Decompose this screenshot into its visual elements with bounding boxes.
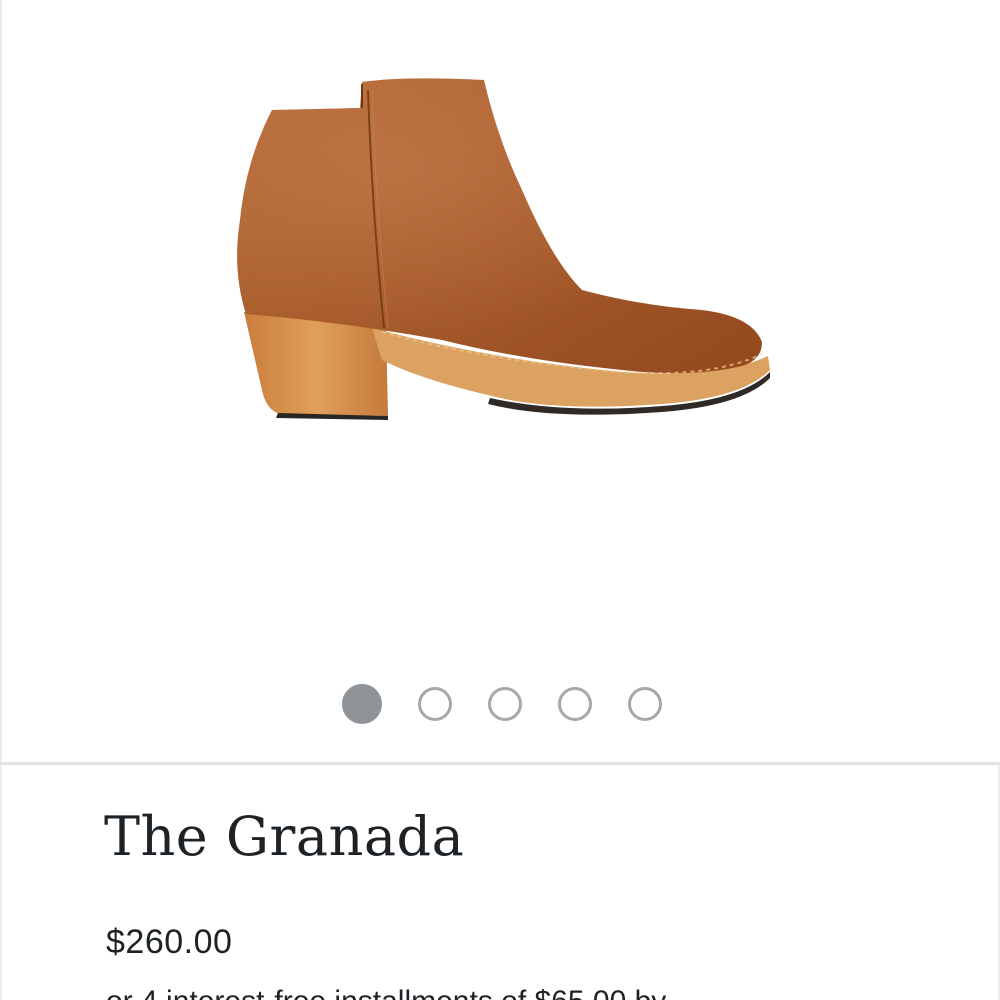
carousel-pagination — [2, 684, 1000, 727]
product-price: $260.00 — [106, 923, 233, 961]
carousel-dot-2[interactable] — [418, 687, 452, 721]
carousel-dot-5[interactable] — [628, 687, 662, 721]
product-details: The Granada $260.00 or 4 interest-free i… — [0, 765, 1000, 1000]
carousel-dot-3[interactable] — [488, 687, 522, 721]
carousel-dot-1[interactable] — [342, 684, 382, 724]
product-title: The Granada — [104, 805, 465, 868]
product-image[interactable] — [222, 60, 782, 440]
carousel-dot-4[interactable] — [558, 687, 592, 721]
installments-text: or 4 interest-free installments of $65.0… — [106, 985, 666, 1000]
product-image-gallery[interactable] — [0, 0, 1000, 762]
